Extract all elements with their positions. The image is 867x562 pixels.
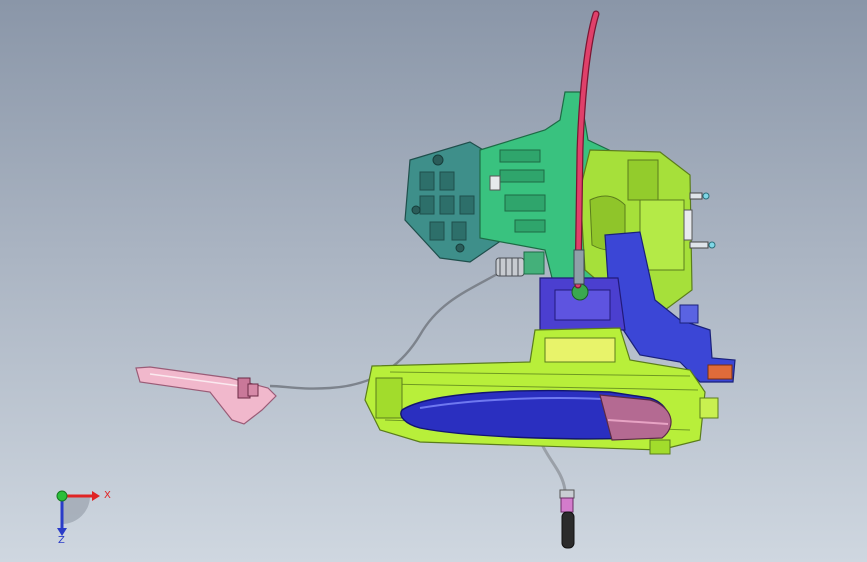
pink-trim-piece[interactable] (135, 366, 277, 425)
x-axis-label: X (104, 490, 111, 501)
bowden-cable-lower (538, 439, 567, 491)
cable-spring-connector[interactable] (495, 251, 545, 277)
black-cable-end[interactable] (559, 489, 575, 549)
triad-graphic (56, 490, 100, 536)
purple-lock-block[interactable] (539, 277, 626, 331)
cad-viewport[interactable]: X Z (0, 0, 867, 562)
orientation-triad[interactable]: X Z (44, 478, 124, 548)
assembly-model[interactable] (0, 0, 867, 562)
z-axis-label: Z (58, 535, 65, 546)
